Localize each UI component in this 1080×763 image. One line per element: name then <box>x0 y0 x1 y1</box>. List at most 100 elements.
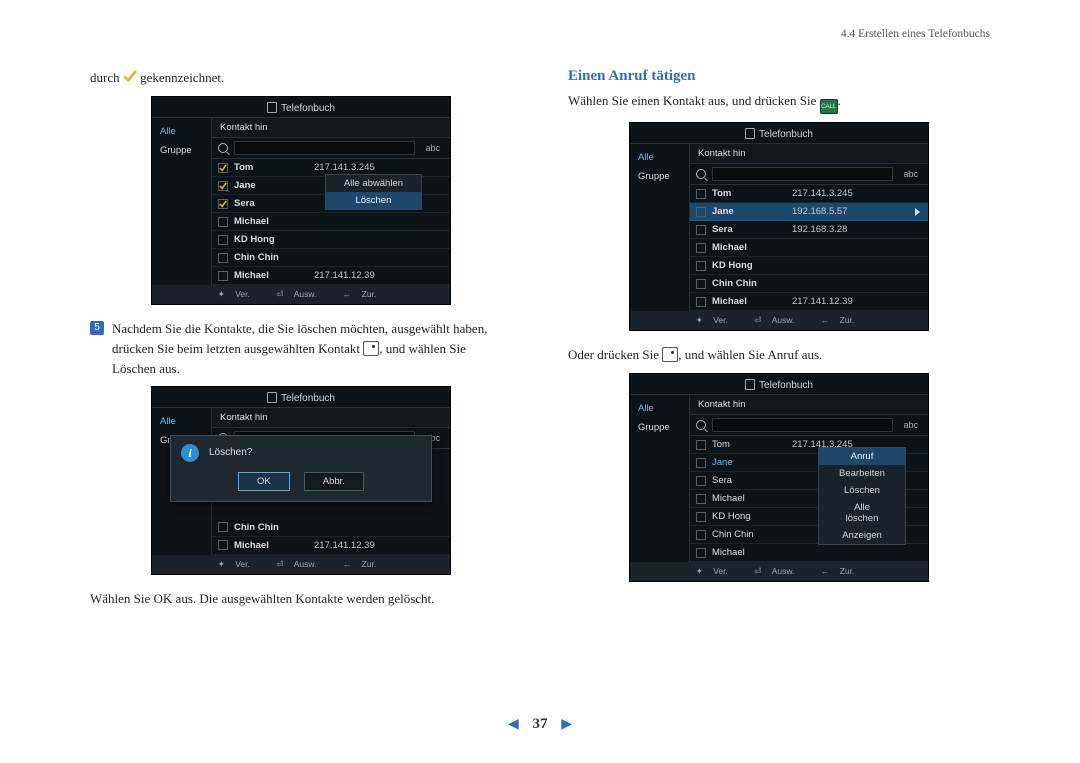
contact-row[interactable]: Michael <box>212 213 450 231</box>
cancel-button[interactable]: Abbr. <box>304 472 364 491</box>
checkbox[interactable] <box>218 199 228 209</box>
options-key-icon <box>662 347 678 362</box>
chevron-right-icon <box>915 208 920 216</box>
contact-row[interactable]: KD Hong <box>212 231 450 249</box>
search-row[interactable]: abc <box>690 415 928 436</box>
tab-all[interactable]: Alle <box>630 148 689 167</box>
checkbox[interactable] <box>696 207 706 217</box>
contact-name: Michael <box>234 540 314 551</box>
contact-row[interactable]: Michael217.141.12.39 <box>212 267 450 285</box>
checkbox[interactable] <box>218 181 228 191</box>
ok-button[interactable]: OK <box>238 472 290 491</box>
contact-row[interactable]: Chin Chin <box>212 519 450 537</box>
checkbox[interactable] <box>218 540 228 550</box>
contact-name: KD Hong <box>712 511 792 522</box>
checkbox[interactable] <box>696 297 706 307</box>
context-menu[interactable]: Anruf Bearbeiten Löschen Alle löschen An… <box>818 447 906 545</box>
contact-ip: 192.168.5.57 <box>792 206 922 217</box>
footer-bar: ✦ Ver. ⏎ Ausw. ← Zur. <box>152 285 450 304</box>
screenshot-call-select: Telefonbuch Alle Gruppe Kontakt hin abc <box>568 122 990 331</box>
column-header: Kontakt hin <box>212 408 450 428</box>
checkbox[interactable] <box>696 440 706 450</box>
checkbox[interactable] <box>218 235 228 245</box>
intro-line: durch gekennzeichnet. <box>90 68 512 88</box>
contact-row[interactable]: Sera192.168.3.28 <box>690 221 928 239</box>
checkbox[interactable] <box>696 512 706 522</box>
contact-name: Michael <box>234 216 314 227</box>
contact-row[interactable]: Michael <box>690 239 928 257</box>
phonebook-icon <box>267 392 277 403</box>
call-key-icon: CALL <box>820 99 838 114</box>
checkbox[interactable] <box>696 243 706 253</box>
contact-row[interactable]: Jane192.168.5.57 <box>690 203 928 221</box>
page-number: 37 <box>533 716 548 732</box>
checkbox[interactable] <box>696 530 706 540</box>
next-page-icon[interactable]: ▶ <box>561 717 572 732</box>
context-menu[interactable]: Alle abwählen Löschen <box>325 174 422 210</box>
contact-name: Jane <box>712 206 792 217</box>
menu-edit[interactable]: Bearbeiten <box>819 465 905 482</box>
contact-name: Tom <box>712 188 792 199</box>
window-title: Telefonbuch <box>630 374 928 394</box>
prev-page-icon[interactable]: ◀ <box>508 717 519 732</box>
contact-row[interactable]: Michael217.141.12.39 <box>212 537 450 555</box>
contact-row[interactable]: KD Hong <box>690 257 928 275</box>
checkbox[interactable] <box>218 253 228 263</box>
contact-row[interactable]: Tom217.141.3.245 <box>690 185 928 203</box>
column-header: Kontakt hin <box>690 144 928 164</box>
contact-ip: 217.141.12.39 <box>314 540 444 551</box>
contact-row[interactable]: Chin Chin <box>212 249 450 267</box>
tab-group[interactable]: Gruppe <box>630 418 689 437</box>
contact-name: Chin Chin <box>234 522 314 533</box>
checkbox[interactable] <box>696 261 706 271</box>
contact-ip: 217.141.12.39 <box>314 270 444 281</box>
checkbox[interactable] <box>696 494 706 504</box>
info-icon: i <box>181 444 199 462</box>
contact-row[interactable]: Chin Chin <box>690 275 928 293</box>
tab-group[interactable]: Gruppe <box>630 167 689 186</box>
screenshot-call-menu: Telefonbuch Alle Gruppe Kontakt hin abc <box>568 373 990 582</box>
contact-name: Sera <box>712 224 792 235</box>
contact-ip: 217.141.3.245 <box>314 162 444 173</box>
contact-name: Michael <box>712 296 792 307</box>
checkbox[interactable] <box>218 163 228 173</box>
contact-row[interactable]: Michael <box>690 544 928 562</box>
search-input[interactable] <box>712 418 893 432</box>
menu-call[interactable]: Anruf <box>819 448 905 465</box>
confirm-dialog: i Löschen? OK Abbr. <box>152 435 450 502</box>
search-row[interactable]: abc <box>212 138 450 159</box>
contact-name: Chin Chin <box>234 252 314 263</box>
contact-row[interactable]: Michael217.141.12.39 <box>690 293 928 311</box>
menu-view[interactable]: Anzeigen <box>819 527 905 544</box>
checkbox[interactable] <box>696 279 706 289</box>
search-input[interactable] <box>712 167 893 181</box>
tab-all[interactable]: Alle <box>152 412 211 431</box>
contact-name: Michael <box>234 270 314 281</box>
header-section: 4.4 Erstellen eines Telefonbuchs <box>841 28 990 40</box>
right-column: Einen Anruf tätigen Wählen Sie einen Kon… <box>568 68 990 617</box>
tab-all[interactable]: Alle <box>152 122 211 141</box>
checkbox[interactable] <box>696 225 706 235</box>
column-header: Kontakt hin <box>690 395 928 415</box>
menu-delete-all[interactable]: Alle löschen <box>819 499 905 527</box>
contact-name: Jane <box>234 180 314 191</box>
menu-delete[interactable]: Löschen <box>819 482 905 499</box>
phonebook-icon <box>267 102 277 113</box>
search-row[interactable]: abc <box>690 164 928 185</box>
tab-all[interactable]: Alle <box>630 399 689 418</box>
checkbox[interactable] <box>696 476 706 486</box>
checkbox[interactable] <box>218 217 228 227</box>
footer-bar: ✦ Ver. ⏎ Ausw. ← Zur. <box>630 562 928 581</box>
menu-deselect-all[interactable]: Alle abwählen <box>326 175 421 192</box>
menu-delete[interactable]: Löschen <box>326 192 421 209</box>
checkbox[interactable] <box>218 522 228 532</box>
checkbox[interactable] <box>696 458 706 468</box>
step-text-a: Nachdem Sie die Kontakte, die Sie lösche… <box>112 319 512 339</box>
tab-group[interactable]: Gruppe <box>152 141 211 160</box>
checkbox[interactable] <box>696 548 706 558</box>
checkbox[interactable] <box>696 189 706 199</box>
checkbox[interactable] <box>218 271 228 281</box>
search-input[interactable] <box>234 141 415 155</box>
contact-name: KD Hong <box>712 260 792 271</box>
left-column: durch gekennzeichnet. Telefonbuch Alle G… <box>90 68 512 617</box>
